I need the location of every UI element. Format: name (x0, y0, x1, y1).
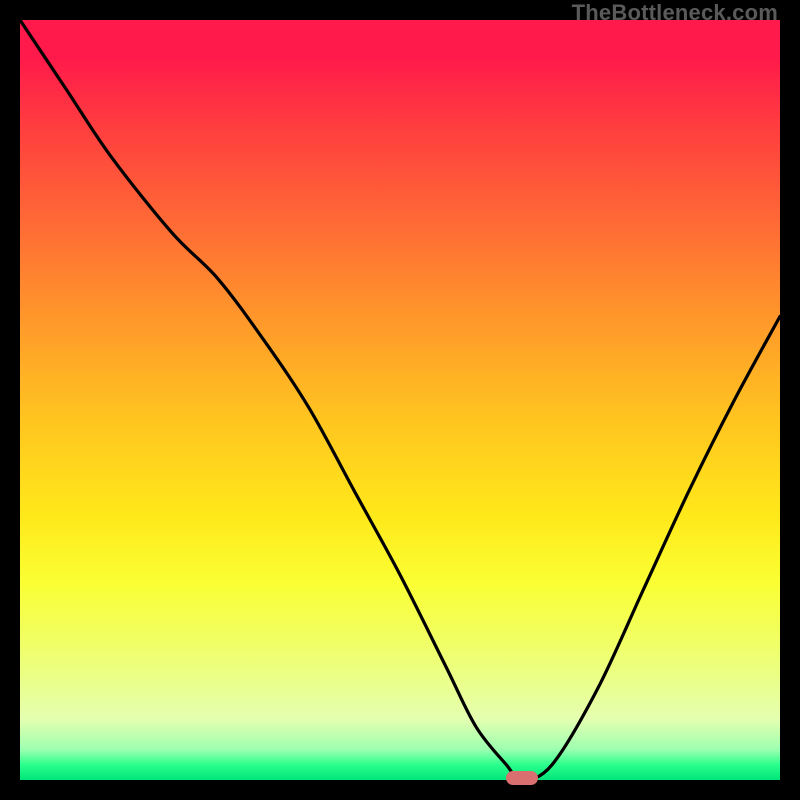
curve-svg (20, 20, 780, 780)
optimal-marker (506, 771, 538, 785)
chart-container: TheBottleneck.com (0, 0, 800, 800)
bottleneck-curve-path (20, 20, 780, 780)
plot-area (20, 20, 780, 780)
